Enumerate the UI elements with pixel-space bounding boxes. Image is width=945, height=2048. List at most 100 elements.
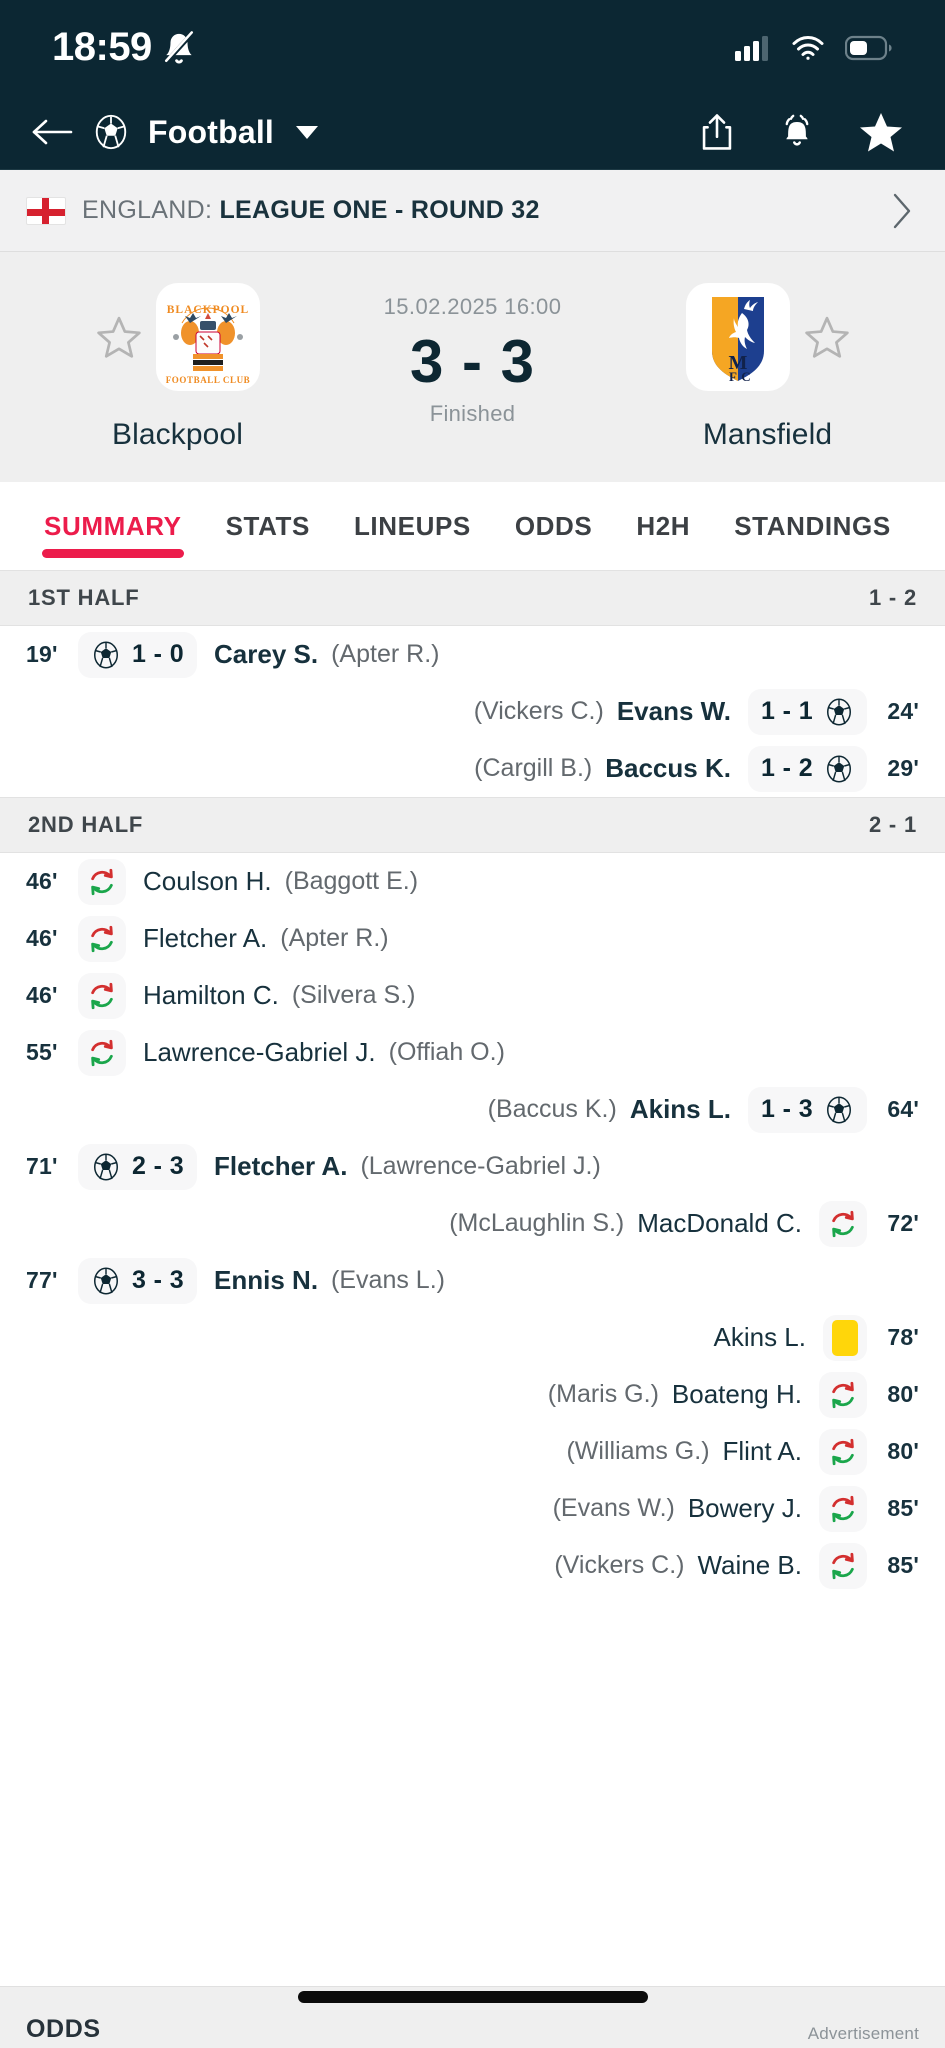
event-icon-chip	[78, 972, 126, 1019]
event-score: 1 - 0	[132, 640, 185, 668]
event-row[interactable]: 46' Hamilton C. (Silvera S.)	[0, 967, 945, 1024]
away-team-top: M F C	[685, 278, 850, 396]
event-player[interactable]: Coulson H.	[143, 866, 272, 897]
back-arrow-icon[interactable]	[30, 115, 74, 149]
goal-ball-icon	[824, 697, 854, 727]
event-assist: (Maris G.)	[547, 1380, 659, 1408]
home-star-outline-icon[interactable]	[96, 315, 142, 359]
event-assist: (Williams G.)	[566, 1437, 710, 1465]
league-bar[interactable]: ENGLAND: LEAGUE ONE - ROUND 32	[0, 170, 945, 252]
away-star-outline-icon[interactable]	[804, 315, 850, 359]
event-icon-chip	[78, 858, 126, 905]
home-team[interactable]: BLACKPOOL FOOTBALL CLUB Blackpool	[28, 278, 328, 452]
event-player[interactable]: Akins L.	[714, 1322, 807, 1353]
event-row[interactable]: 46' Coulson H. (Baggott E.)	[0, 853, 945, 910]
event-minute: 24'	[887, 698, 919, 724]
match-detail-screen: 18:59 Football ENGLAND: LEAGUE ONE - ROU…	[0, 0, 945, 2048]
status-bar-clock: 18:59	[52, 25, 152, 69]
event-player[interactable]: Boateng H.	[672, 1379, 802, 1410]
score-block: 15.02.2025 16:00 3 - 3 Finished	[328, 278, 618, 427]
event-row[interactable]: Akins L. 78'	[0, 1309, 945, 1366]
event-player[interactable]: Ennis N.	[214, 1265, 318, 1296]
event-player[interactable]: Lawrence-Gabriel J.	[143, 1037, 376, 1068]
event-player[interactable]: Baccus K.	[605, 753, 731, 784]
tab-stats[interactable]: STATS	[204, 482, 332, 570]
event-row[interactable]: (Maris G.) Boateng H. 80'	[0, 1366, 945, 1423]
tab-lineups[interactable]: LINEUPS	[332, 482, 493, 570]
event-row[interactable]: 46' Fletcher A. (Apter R.)	[0, 910, 945, 967]
status-bar-left: 18:59	[52, 25, 196, 70]
event-player[interactable]: Waine B.	[697, 1550, 802, 1581]
event-row[interactable]: (Evans W.) Bowery J. 85'	[0, 1480, 945, 1537]
event-assist: (Cargill B.)	[474, 754, 593, 782]
match-header: BLACKPOOL FOOTBALL CLUB Blackpool 15.02.…	[0, 252, 945, 482]
bell-slash-icon	[162, 30, 196, 65]
substitution-icon	[87, 1038, 117, 1068]
event-player[interactable]: MacDonald C.	[637, 1208, 802, 1239]
event-assist: (Offiah O.)	[388, 1038, 505, 1066]
event-player[interactable]: Evans W.	[617, 696, 731, 727]
event-score: 1 - 2	[760, 754, 813, 782]
away-team[interactable]: M F C Mansfield	[618, 278, 918, 452]
event-minute: 46'	[26, 925, 58, 951]
event-player[interactable]: Bowery J.	[688, 1493, 802, 1524]
event-icon-chip	[819, 1371, 867, 1418]
event-assist: (Lawrence-Gabriel J.)	[360, 1152, 601, 1180]
tab-odds[interactable]: ODDS	[493, 482, 615, 570]
event-row[interactable]: 19' 1 - 0 Carey S. (Apter R.)	[0, 626, 945, 683]
away-team-name: Mansfield	[702, 418, 833, 451]
substitution-icon	[87, 981, 117, 1011]
chevron-down-icon[interactable]	[296, 125, 319, 139]
goal-ball-icon	[91, 1266, 121, 1296]
tab-h2h[interactable]: H2H	[614, 482, 712, 570]
event-icon-chip: 2 - 3	[78, 1143, 198, 1190]
event-row[interactable]: (Williams G.) Flint A. 80'	[0, 1423, 945, 1480]
event-player[interactable]: Fletcher A.	[214, 1151, 347, 1182]
star-filled-icon[interactable]	[859, 111, 903, 153]
event-row[interactable]: 71' 2 - 3 Fletcher A. (Lawrence-Gabriel J.)	[0, 1138, 945, 1195]
share-icon[interactable]	[699, 112, 735, 152]
event-icon-chip: 1 - 2	[747, 745, 867, 792]
half-score: 2 - 1	[868, 812, 917, 837]
event-row[interactable]: (Baccus K.) Akins L. 1 - 3 64'	[0, 1081, 945, 1138]
event-player[interactable]: Hamilton C.	[143, 980, 279, 1011]
event-minute: 78'	[887, 1324, 919, 1350]
tab-summary[interactable]: SUMMARY	[22, 482, 204, 570]
match-kickoff: 15.02.2025 16:00	[383, 294, 562, 319]
substitution-icon	[828, 1551, 858, 1581]
event-assist: (Baggott E.)	[284, 867, 419, 895]
match-status: Finished	[429, 401, 516, 426]
nav-bar: Football	[0, 95, 945, 170]
match-score: 3 - 3	[409, 328, 536, 395]
substitution-icon	[87, 924, 117, 954]
event-row[interactable]: (Vickers C.) Waine B. 85'	[0, 1537, 945, 1594]
event-player[interactable]: Flint A.	[723, 1436, 802, 1467]
event-icon-chip	[819, 1485, 867, 1532]
event-row[interactable]: 77' 3 - 3 Ennis N. (Evans L.)	[0, 1252, 945, 1309]
footer-odds-label[interactable]: ODDS	[26, 2015, 101, 2044]
event-minute: 71'	[26, 1153, 58, 1179]
chevron-right-icon[interactable]	[889, 190, 915, 232]
event-row[interactable]: (Vickers C.) Evans W. 1 - 1 24'	[0, 683, 945, 740]
events-list: 1ST HALF 1 - 2 19' 1 - 0 Carey S. (Apter R.) (…	[0, 570, 945, 1986]
event-icon-chip	[819, 1200, 867, 1247]
event-assist: (Apter R.)	[280, 924, 389, 952]
event-icon-chip: 1 - 0	[78, 631, 198, 678]
home-team-top: BLACKPOOL FOOTBALL CLUB	[96, 278, 260, 396]
league-name: LEAGUE ONE - ROUND 32	[219, 196, 540, 224]
event-player[interactable]: Fletcher A.	[143, 923, 267, 954]
event-player[interactable]: Carey S.	[214, 639, 318, 670]
tab-standings[interactable]: STANDINGS	[712, 482, 913, 570]
event-player[interactable]: Akins L.	[630, 1094, 731, 1125]
goal-ball-icon	[91, 1152, 121, 1182]
event-row[interactable]: (Cargill B.) Baccus K. 1 - 2 29'	[0, 740, 945, 797]
event-assist: (Vickers C.)	[554, 1551, 685, 1579]
event-row[interactable]: (McLaughlin S.) MacDonald C. 72'	[0, 1195, 945, 1252]
event-icon-chip: 3 - 3	[78, 1257, 198, 1304]
blackpool-crest: BLACKPOOL FOOTBALL CLUB	[155, 283, 260, 391]
event-row[interactable]: 55' Lawrence-Gabriel J. (Offiah O.)	[0, 1024, 945, 1081]
bell-icon[interactable]	[777, 112, 817, 152]
status-bar-right	[735, 35, 893, 61]
event-minute: 85'	[887, 1495, 919, 1521]
substitution-icon	[87, 867, 117, 897]
